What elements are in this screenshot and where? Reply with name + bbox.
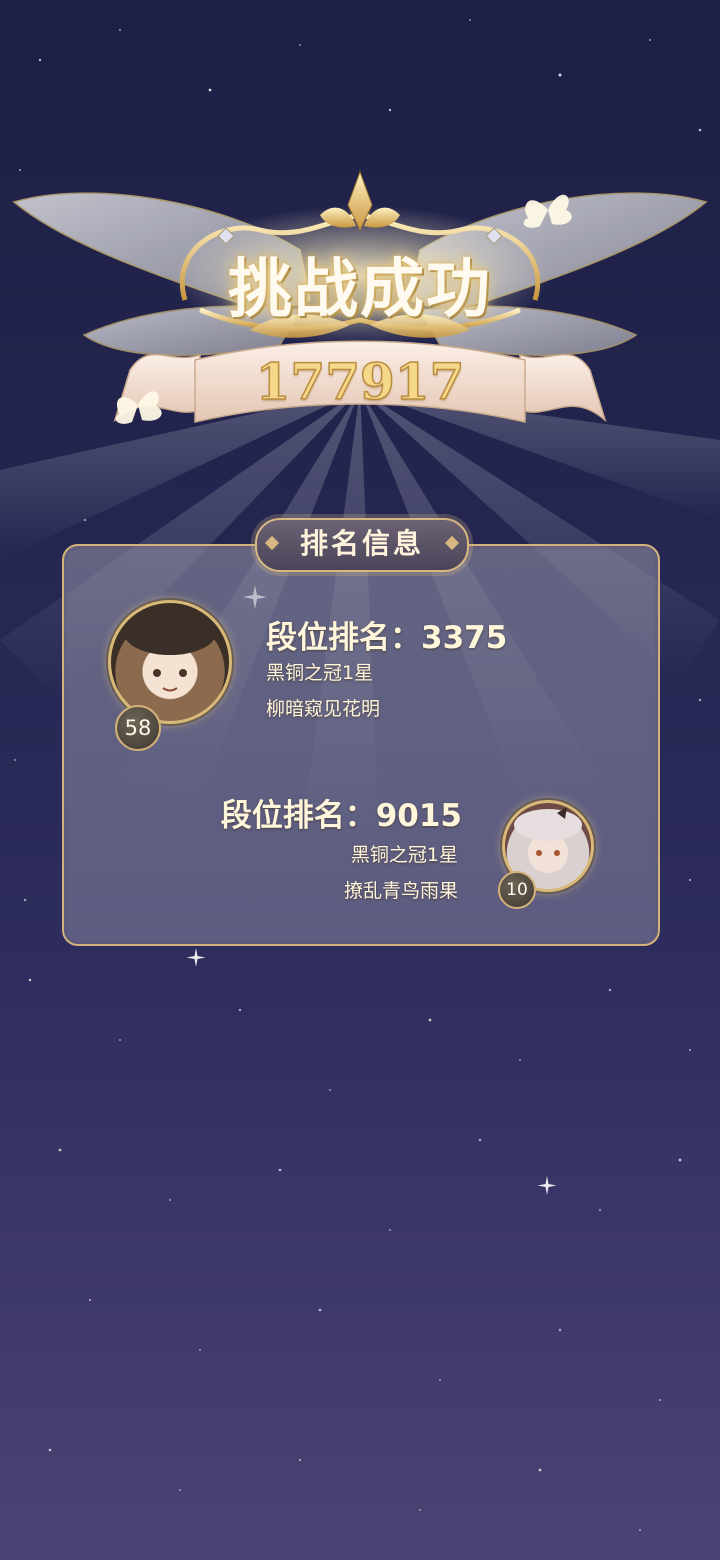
player1-rank: 段位排名：3375 xyxy=(266,612,507,657)
player2-level-badge: 10 xyxy=(498,871,536,909)
score-value: 177917 xyxy=(255,351,465,412)
ranking-info-header: 排名信息 xyxy=(255,518,469,572)
player2-rank-value: 9015 xyxy=(375,798,462,834)
player1-tier: 黑铜之冠1星 xyxy=(266,662,374,684)
player2-rank: 段位排名：9015 xyxy=(150,790,462,835)
player1-avatar[interactable] xyxy=(108,600,232,724)
challenge-success-title: 挑战成功 xyxy=(228,253,492,327)
player2-rank-label: 段位排名： xyxy=(220,798,376,834)
player1-portrait-icon xyxy=(124,611,216,692)
player2-name: 撩乱青鸟雨果 xyxy=(343,880,458,902)
player1-level-badge: 58 xyxy=(115,705,161,751)
player1-rank-label: 段位排名： xyxy=(266,620,421,656)
victory-banner xyxy=(12,170,708,424)
player2-tier: 黑铜之冠1星 xyxy=(350,844,458,866)
player1-name: 柳暗窥见花明 xyxy=(266,698,381,720)
player1-rank-value: 3375 xyxy=(421,620,508,656)
